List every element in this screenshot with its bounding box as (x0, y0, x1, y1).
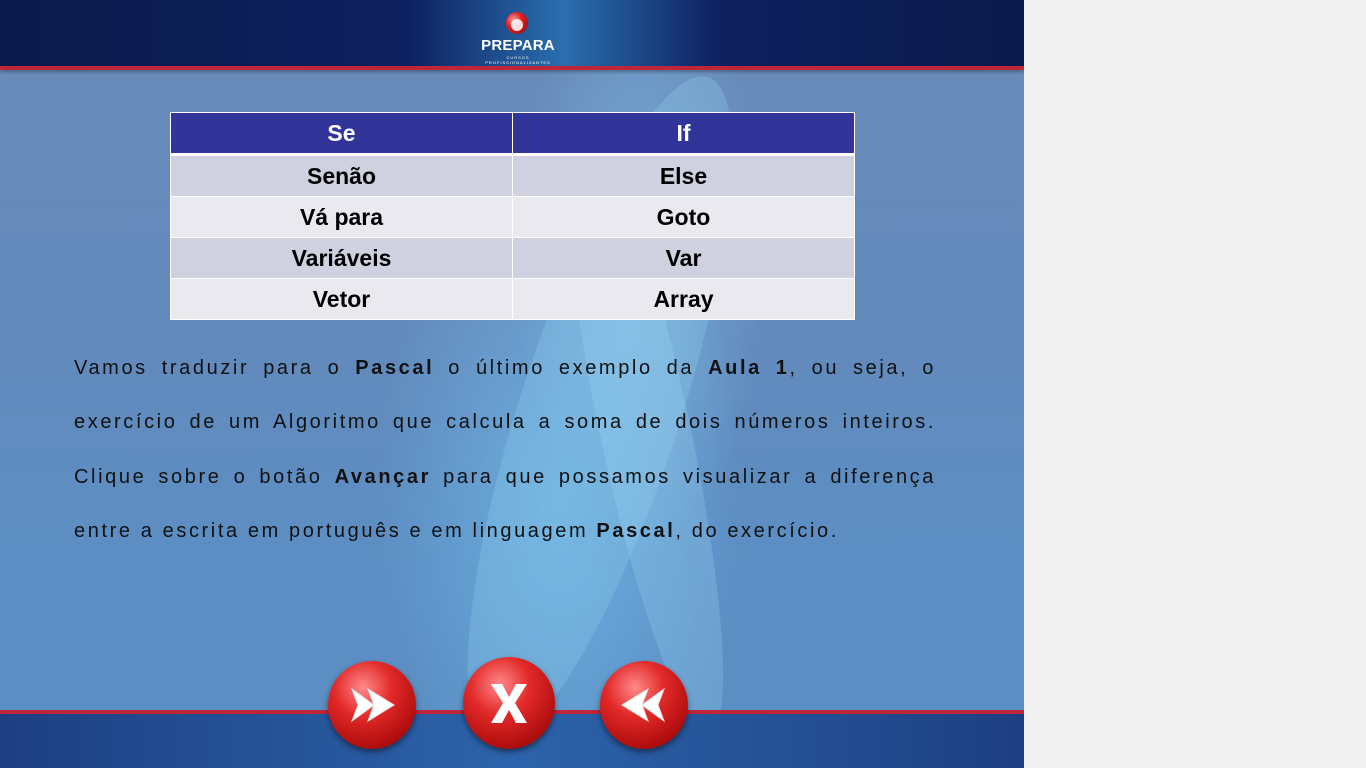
instruction-paragraph: Vamos traduzir para o Pascal o último ex… (74, 341, 936, 559)
table-row: Variáveis Var (170, 237, 855, 279)
table-row: Vá para Goto (170, 196, 855, 238)
logo-subtext: CURSOS PROFISSIONALIZANTES (485, 55, 551, 65)
table-header-cell: Se (170, 112, 513, 156)
header-bar: PREPARA CURSOS PROFISSIONALIZANTES (0, 0, 1024, 68)
paragraph-bold-text: Pascal (355, 357, 435, 379)
logo-text: PREPARA (481, 37, 555, 54)
table-cell-pascal: Array (512, 278, 855, 320)
table-cell-pascal: Else (512, 154, 855, 197)
back-arrow-icon (621, 687, 666, 723)
table-cell-pascal: Goto (512, 196, 855, 238)
table-cell-portuguese: Variáveis (170, 237, 513, 279)
table-row: Senão Else (170, 154, 855, 197)
table-cell-portuguese: Vetor (170, 278, 513, 320)
logo-ball-icon (506, 12, 528, 34)
translation-table: Se If Senão Else Vá para Goto Variáveis … (170, 112, 855, 320)
close-x-icon (491, 684, 527, 723)
header-divider (0, 66, 1024, 70)
paragraph-text: , do exercício. (675, 520, 839, 543)
forward-arrow-icon (350, 687, 395, 723)
paragraph-text: o último exemplo da (434, 357, 709, 379)
prepara-logo: PREPARA CURSOS PROFISSIONALIZANTES (478, 8, 558, 65)
paragraph-bold-text: Pascal (596, 520, 676, 543)
next-button[interactable] (328, 661, 416, 749)
table-row: Vetor Array (170, 278, 855, 320)
table-cell-portuguese: Vá para (170, 196, 513, 238)
table-header-row: Se If (170, 112, 855, 156)
paragraph-bold-text: Aula 1 (708, 357, 790, 379)
paragraph-bold-text: Avançar (334, 465, 431, 488)
table-header-cell: If (512, 112, 855, 156)
slide: PREPARA CURSOS PROFISSIONALIZANTES Se If… (0, 0, 1024, 768)
back-button[interactable] (600, 661, 688, 749)
table-cell-portuguese: Senão (170, 154, 513, 197)
table-cell-pascal: Var (512, 237, 855, 279)
close-button[interactable] (463, 657, 555, 749)
paragraph-text: Vamos traduzir para o (74, 357, 356, 379)
